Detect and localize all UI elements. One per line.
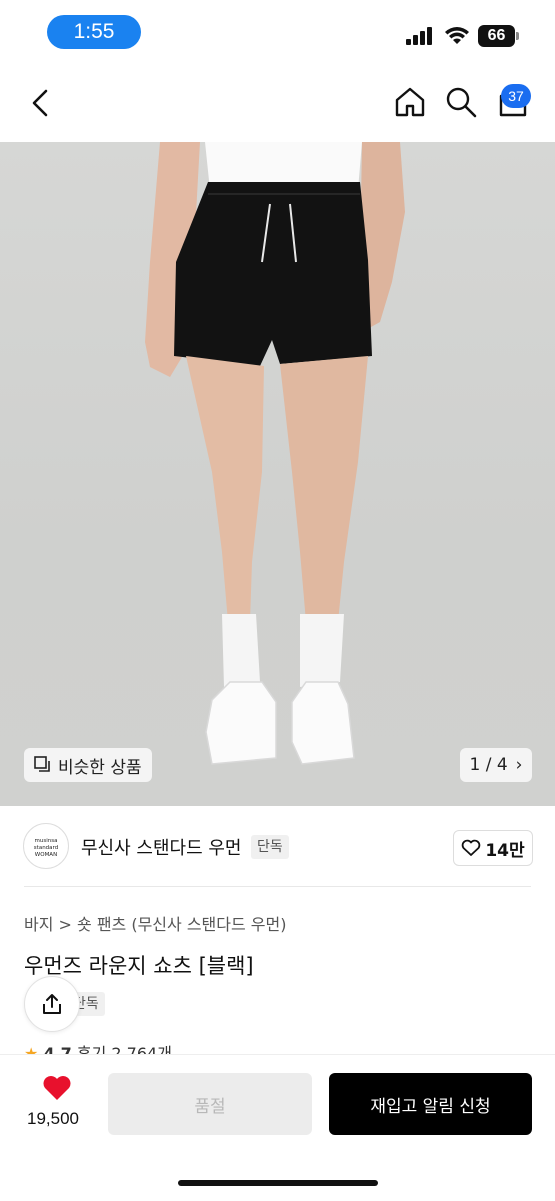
share-button[interactable]	[24, 976, 80, 1032]
back-arrow-icon[interactable]	[28, 88, 54, 118]
rating-value: 4.7	[43, 1044, 72, 1054]
divider	[24, 886, 531, 887]
sold-out-button: 품절	[108, 1073, 312, 1135]
home-indicator[interactable]	[178, 1180, 378, 1186]
brand-like-button[interactable]: 14만	[453, 830, 533, 866]
heart-outline-icon	[462, 839, 481, 856]
breadcrumb[interactable]: 바지 > 숏 팬츠 (무신사 스탠다드 우먼)	[24, 911, 287, 935]
product-title: 우먼즈 라운지 쇼츠 [블랙]	[24, 954, 254, 978]
model-illustration	[145, 142, 405, 765]
status-time: 1:55	[47, 15, 141, 49]
similar-products-button[interactable]: 비슷한 상품	[24, 748, 152, 782]
share-icon	[43, 994, 61, 1014]
signal-icon	[406, 27, 434, 45]
brand-name[interactable]: 무신사 스탠다드 우먼	[81, 834, 241, 860]
copy-icon	[34, 756, 50, 772]
brand-logo[interactable]: musinsa standard WOMAN	[23, 823, 69, 869]
battery-indicator: 66	[478, 25, 519, 47]
similar-products-label: 비슷한 상품	[58, 757, 142, 778]
pager-text: 1 / 4	[469, 755, 508, 775]
wishlist-button[interactable]	[26, 1075, 88, 1105]
restock-alert-button[interactable]: 재입고 알림 신청	[329, 1073, 532, 1135]
review-count: 후기 2,764개	[76, 1044, 172, 1054]
image-pager[interactable]: 1 / 4 ›	[460, 748, 532, 782]
search-icon[interactable]	[445, 86, 477, 118]
wifi-icon	[445, 27, 469, 44]
home-icon[interactable]	[394, 86, 426, 118]
rating-row[interactable]: ★ 4.7 후기 2,764개	[24, 1040, 324, 1054]
brand-exclusive-tag: 단독	[251, 835, 289, 859]
product-image[interactable]	[0, 142, 555, 806]
top-nav	[0, 62, 555, 142]
status-bar: 1:55 66	[0, 0, 555, 62]
heart-filled-icon	[43, 1076, 71, 1100]
brand-row[interactable]: musinsa standard WOMAN 무신사 스탠다드 우먼 단독 14…	[0, 806, 555, 888]
cart-count-badge: 37	[501, 84, 531, 108]
product-price: 19,500	[27, 1109, 79, 1128]
like-count: 14만	[485, 840, 525, 861]
bottom-action-bar: 19,500 품절 재입고 알림 신청	[0, 1054, 555, 1201]
chevron-right-icon: ›	[515, 755, 523, 775]
star-icon: ★	[24, 1044, 39, 1054]
